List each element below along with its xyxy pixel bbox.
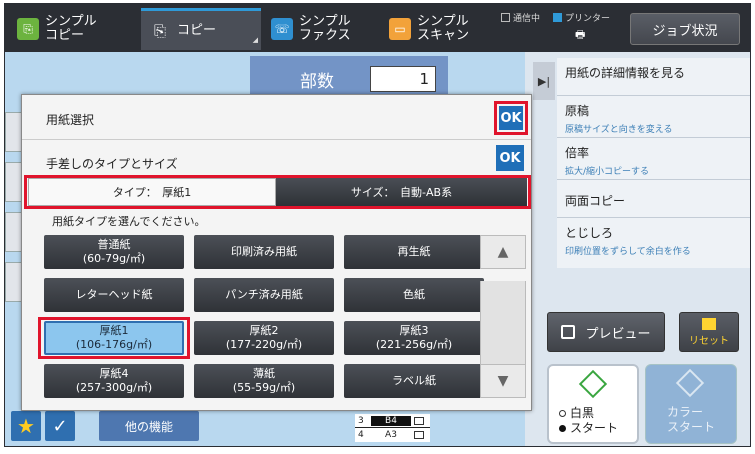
reset-button[interactable]: リセット	[679, 312, 739, 352]
detail-item-title: 倍率	[565, 146, 590, 160]
tab-simple-copy[interactable]: ⎘ シンプル コピー	[9, 8, 141, 50]
tab-simple-scan-line2: スキャン	[417, 28, 470, 43]
bw-start-line2: スタート	[570, 421, 619, 435]
paper-type-button[interactable]: 厚紙4 (257-300g/㎡)	[44, 364, 184, 398]
copier-screen: ⎘ シンプル コピー ⎘ コピー ◢ ☏ シンプル ファクス ▭ シンプル スキ…	[4, 3, 751, 447]
status-indicator-icon	[501, 13, 510, 22]
copy-icon: ⎘	[17, 18, 39, 40]
start-icon	[675, 368, 705, 398]
preview-label: プレビュー	[585, 326, 651, 342]
tab-paper-size[interactable]: サイズ： 自動-AB系	[276, 178, 527, 206]
tab-paper-type[interactable]: タイプ： 厚紙1	[28, 178, 276, 206]
reset-label: リセット	[689, 335, 729, 347]
corner-mark-icon: ◢	[252, 36, 258, 44]
detail-item-original[interactable]: 原稿 原稿サイズと向きを変える	[557, 96, 750, 138]
detail-item-sub: 印刷位置をずらして余白を作る	[565, 247, 691, 257]
paper-type-button[interactable]: レターヘッド紙	[44, 278, 184, 312]
divider	[22, 139, 531, 140]
top-bar: ⎘ シンプル コピー ⎘ コピー ◢ ☏ シンプル ファクス ▭ シンプル スキ…	[5, 4, 750, 52]
radio-selected-icon	[559, 425, 566, 432]
copy-icon: ⎘	[153, 21, 166, 40]
favorite-star-icon[interactable]: ★	[11, 411, 41, 441]
dialog-prompt: 用紙タイプを選んでください。	[52, 215, 206, 228]
copies-input[interactable]: 1	[370, 66, 436, 92]
preview-icon	[561, 325, 576, 339]
right-panel: ▶| 用紙の詳細情報を見る 原稿 原稿サイズと向きを変える 倍率 拡大/縮小コピ…	[525, 52, 750, 446]
radio-icon	[559, 410, 566, 417]
printer-status-icon	[553, 13, 562, 22]
detail-item-ratio[interactable]: 倍率 拡大/縮小コピーする	[557, 138, 750, 180]
bottom-bar: ★ ✓ 他の機能 3 B4 4 A3	[5, 408, 525, 446]
tab-simple-fax-line2: ファクス	[299, 28, 351, 43]
detail-item-sub: 原稿サイズと向きを変える	[565, 125, 673, 135]
paper-type-button[interactable]: パンチ済み用紙	[194, 278, 334, 312]
paper-type-button-selected[interactable]: 厚紙1 (106-176g/㎡)	[44, 321, 184, 355]
paper-type-button[interactable]: 厚紙2 (177-220g/㎡)	[194, 321, 334, 355]
status-receiving: 通信中	[501, 11, 540, 24]
expand-arrow-icon[interactable]: ▶|	[533, 62, 555, 100]
scroll-down-icon[interactable]: ▼	[480, 364, 526, 398]
scan-icon: ▭	[389, 18, 411, 40]
tray-paper-icon	[414, 416, 424, 425]
start-icon	[578, 369, 608, 399]
other-functions-button[interactable]: 他の機能	[99, 411, 199, 441]
paper-type-button[interactable]: 再生紙	[344, 235, 484, 269]
paper-type-button[interactable]: 普通紙 (60-79g/㎡)	[44, 235, 184, 269]
copies-label: 部数	[300, 71, 334, 92]
detail-item-paper-info[interactable]: 用紙の詳細情報を見る	[557, 58, 750, 96]
detail-item-sub: 拡大/縮小コピーする	[565, 167, 650, 177]
tab-copy[interactable]: ⎘ コピー ◢	[141, 8, 261, 50]
detail-item-duplex[interactable]: 両面コピー	[557, 180, 750, 218]
job-status-button[interactable]: ジョブ状況	[630, 13, 740, 45]
tab-simple-scan[interactable]: ▭ シンプル スキャン	[381, 8, 499, 50]
paper-type-button[interactable]: 色紙	[344, 278, 484, 312]
tab-simple-fax[interactable]: ☏ シンプル ファクス	[263, 8, 381, 50]
paper-type-button[interactable]: 薄紙 (55-59g/㎡)	[194, 364, 334, 398]
dialog-title: 用紙選択	[46, 113, 95, 127]
detail-item-title: とじしろ	[565, 226, 614, 240]
scroll-up-icon[interactable]: ▲	[480, 235, 526, 269]
color-start-button[interactable]: カラー スタート	[645, 364, 737, 444]
paper-type-button[interactable]: 厚紙3 (221-256g/㎡)	[344, 321, 484, 355]
scrollbar-track[interactable]	[480, 281, 526, 371]
preview-button[interactable]: プレビュー	[547, 312, 665, 352]
bw-start-line1: 白黒	[570, 406, 595, 420]
tab-simple-copy-line1: シンプル	[45, 14, 97, 29]
tab-simple-fax-line1: シンプル	[299, 14, 351, 29]
tab-copy-label: コピー	[177, 22, 217, 38]
color-start-line2: スタート	[667, 420, 716, 434]
tab-simple-copy-line2: コピー	[45, 28, 85, 43]
ok-button-label: OK	[499, 106, 523, 130]
detail-item-margin-shift[interactable]: とじしろ 印刷位置をずらして余白を作る	[557, 218, 750, 266]
paper-type-button[interactable]: ラベル紙	[344, 364, 484, 398]
tray-row: 4 A3	[355, 428, 430, 442]
paper-type-button[interactable]: 印刷済み用紙	[194, 235, 334, 269]
detail-item-title: 用紙の詳細情報を見る	[565, 66, 686, 80]
ok-button[interactable]: OK	[496, 145, 524, 171]
fax-icon: ☏	[271, 18, 293, 40]
dialog-subtitle: 手差しのタイプとサイズ	[46, 157, 178, 171]
bw-start-button[interactable]: 白黒 スタート	[547, 364, 639, 444]
status-printer: プリンター	[553, 11, 610, 24]
tray-list: 3 B4 4 A3	[355, 414, 430, 442]
tray-row: 3 B4	[355, 414, 430, 428]
printer-icon: 🖶	[575, 28, 586, 41]
detail-list: 用紙の詳細情報を見る 原稿 原稿サイズと向きを変える 倍率 拡大/縮小コピーする…	[557, 58, 750, 268]
detail-item-title: 両面コピー	[565, 194, 626, 208]
reset-icon	[702, 317, 716, 330]
detail-item-title: 原稿	[565, 104, 590, 118]
color-start-line1: カラー	[667, 405, 704, 419]
ok-button-highlighted[interactable]: OK	[494, 101, 528, 135]
tray-paper-icon	[414, 431, 424, 439]
checkmark-icon[interactable]: ✓	[45, 411, 75, 441]
tab-simple-scan-line1: シンプル	[417, 14, 469, 29]
paper-select-dialog: 用紙選択 OK 手差しのタイプとサイズ OK タイプ： 厚紙1 サイズ： 自動-…	[21, 94, 532, 411]
